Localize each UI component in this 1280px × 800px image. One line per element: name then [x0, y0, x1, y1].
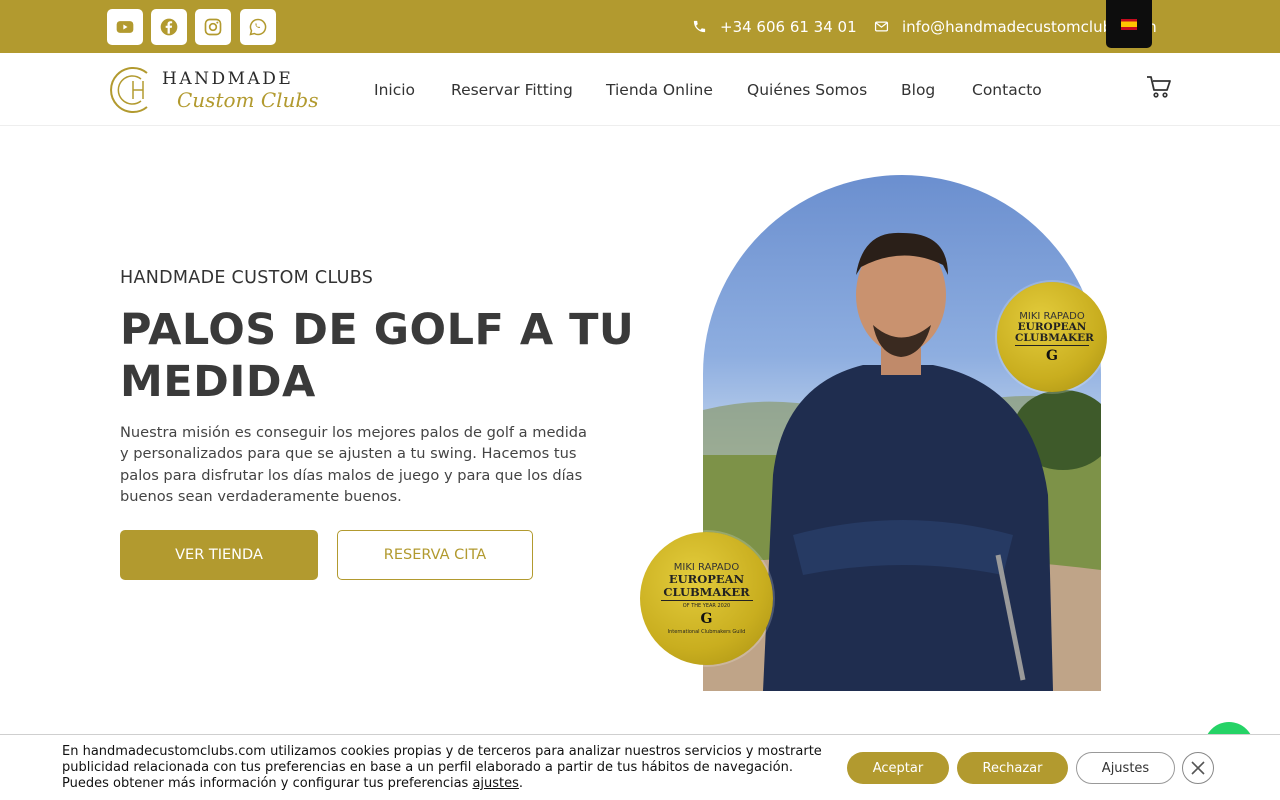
nav-blog[interactable]: Blog [901, 53, 935, 126]
cookie-banner: En handmadecustomclubs.com utilizamos co… [0, 734, 1280, 800]
reject-cookies-button[interactable]: Rechazar [957, 752, 1068, 784]
top-bar: +34 606 61 34 01 info@handmadecustomclub… [0, 0, 1280, 53]
nav-inicio[interactable]: Inicio [374, 53, 415, 126]
guild-logo-icon: G [1046, 347, 1058, 364]
youtube-icon[interactable] [107, 9, 143, 45]
whatsapp-icon[interactable] [240, 9, 276, 45]
logo-wordmark: HANDMADE [162, 69, 294, 89]
main-header: HANDMADE Custom Clubs Inicio Reservar Fi… [0, 53, 1280, 126]
phone-icon [693, 20, 706, 33]
site-logo[interactable]: HANDMADE Custom Clubs [107, 63, 319, 117]
hero-headline: PALOS DE GOLF A TU MEDIDA [120, 305, 635, 407]
cookie-text: En handmadecustomclubs.com utilizamos co… [62, 744, 822, 791]
award-badge-bottom: MIKI RAPADO EUROPEAN CLUBMAKER OF THE YE… [640, 532, 773, 665]
facebook-icon[interactable] [151, 9, 187, 45]
award-badge-top: MIKI RAPADO EUROPEAN CLUBMAKER G [997, 282, 1107, 392]
badge-title: EUROPEAN CLUBMAKER [1015, 320, 1094, 346]
guild-logo-icon: G [700, 611, 713, 627]
badge-name: MIKI RAPADO [1019, 310, 1085, 322]
cookie-settings-link[interactable]: ajustes [472, 776, 518, 791]
cookie-message: En handmadecustomclubs.com utilizamos co… [62, 744, 822, 791]
logo-script: Custom Clubs [177, 88, 319, 112]
shopping-cart-icon[interactable] [1146, 75, 1172, 99]
nav-reservar-fitting[interactable]: Reservar Fitting [451, 53, 573, 126]
badge-guild: International Clubmakers Guild [667, 629, 746, 635]
hero-kicker: HANDMADE CUSTOM CLUBS [120, 268, 374, 288]
accept-cookies-button[interactable]: Aceptar [847, 752, 949, 784]
badge-title: EUROPEAN CLUBMAKER [660, 573, 753, 601]
envelope-icon [874, 21, 889, 32]
nav-contacto[interactable]: Contacto [972, 53, 1042, 126]
spain-flag-icon [1121, 18, 1137, 30]
badge-year: OF THE YEAR 2020 [682, 603, 731, 609]
hero-description: Nuestra misión es conseguir los mejores … [120, 424, 587, 505]
cookie-settings-button[interactable]: Ajustes [1076, 752, 1175, 784]
phone-number: +34 606 61 34 01 [720, 17, 857, 36]
instagram-icon[interactable] [195, 9, 231, 45]
language-switcher[interactable] [1106, 0, 1152, 48]
close-icon[interactable] [1182, 752, 1214, 784]
ver-tienda-button[interactable]: VER TIENDA [120, 530, 318, 580]
phone-contact[interactable]: +34 606 61 34 01 [692, 0, 857, 53]
nav-quienes-somos[interactable]: Quiénes Somos [747, 53, 867, 126]
nav-tienda-online[interactable]: Tienda Online [606, 53, 713, 126]
logo-monogram-icon [110, 67, 148, 113]
reserva-cita-button[interactable]: RESERVA CITA [337, 530, 533, 580]
